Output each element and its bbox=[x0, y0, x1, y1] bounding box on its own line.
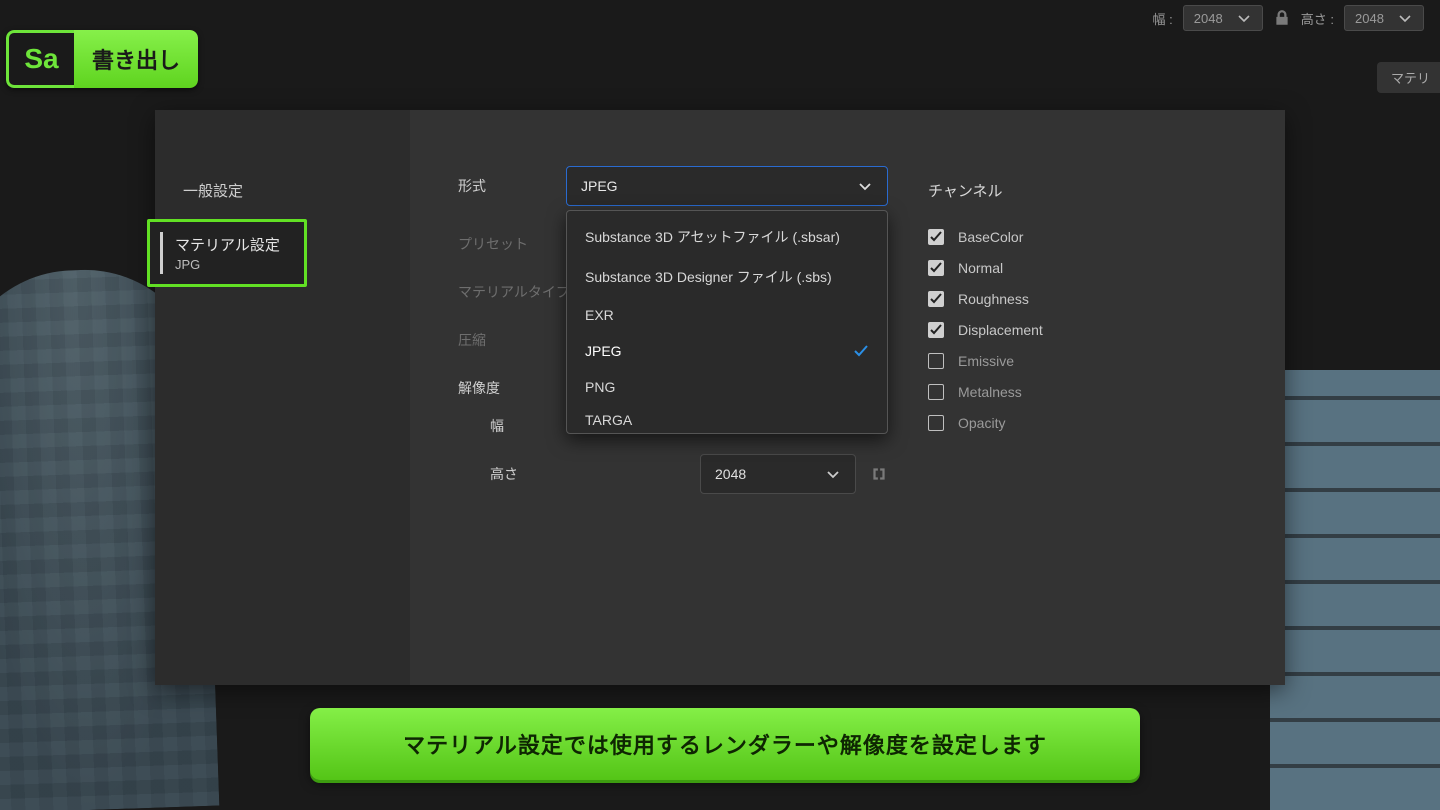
compression-label: 圧縮 bbox=[458, 330, 566, 350]
res-width-label: 幅 bbox=[458, 416, 566, 436]
format-label: 形式 bbox=[458, 176, 566, 196]
chevron-down-icon bbox=[1236, 10, 1252, 26]
sidebar-item-sublabel: JPG bbox=[175, 257, 304, 272]
format-option-sbs[interactable]: Substance 3D Designer ファイル (.sbs) bbox=[567, 257, 887, 297]
chevron-down-icon bbox=[857, 178, 873, 194]
checkbox-box bbox=[928, 229, 944, 245]
res-height-value: 2048 bbox=[715, 466, 746, 482]
checkbox-box bbox=[928, 260, 944, 276]
topbar-width-value: 2048 bbox=[1194, 11, 1223, 26]
format-option-jpeg[interactable]: JPEG bbox=[567, 333, 887, 369]
topbar-height-label: 高さ : bbox=[1301, 9, 1334, 28]
format-option-exr[interactable]: EXR bbox=[567, 297, 887, 333]
check-icon bbox=[853, 343, 869, 359]
channel-label: Roughness bbox=[958, 291, 1029, 307]
preset-label: プリセット bbox=[458, 234, 566, 254]
chevron-down-icon bbox=[1397, 10, 1413, 26]
format-combo: JPEG Substance 3D アセットファイル (.sbsar) Subs… bbox=[566, 166, 888, 206]
caption-bar: マテリアル設定では使用するレンダラーや解像度を設定します bbox=[310, 708, 1140, 780]
floating-tab-label: マテリ bbox=[1391, 71, 1430, 86]
floating-tab-material[interactable]: マテリ bbox=[1377, 62, 1440, 93]
channel-label: Metalness bbox=[958, 384, 1022, 400]
channel-checkbox-emissive[interactable]: Emissive bbox=[928, 353, 1249, 369]
res-height-select[interactable]: 2048 bbox=[700, 454, 856, 494]
channel-checkbox-basecolor[interactable]: BaseColor bbox=[928, 229, 1249, 245]
dialog-main: 形式 JPEG Substance 3D アセットファイル (.sbsar) S… bbox=[410, 110, 1285, 685]
checkbox-box bbox=[928, 415, 944, 431]
channel-checkbox-displacement[interactable]: Displacement bbox=[928, 322, 1249, 338]
background-tiles bbox=[1270, 370, 1440, 810]
channel-checkbox-metalness[interactable]: Metalness bbox=[928, 384, 1249, 400]
sidebar-item-label: マテリアル設定 bbox=[175, 234, 304, 255]
format-select[interactable]: JPEG bbox=[566, 166, 888, 206]
caption-text: マテリアル設定では使用するレンダラーや解像度を設定します bbox=[403, 728, 1047, 760]
topbar: 幅 : 2048 高さ : 2048 bbox=[1153, 0, 1440, 36]
format-option-png[interactable]: PNG bbox=[567, 369, 887, 405]
channel-checkbox-opacity[interactable]: Opacity bbox=[928, 415, 1249, 431]
res-height-label: 高さ bbox=[458, 464, 566, 484]
checkbox-box bbox=[928, 291, 944, 307]
channel-checkbox-roughness[interactable]: Roughness bbox=[928, 291, 1249, 307]
channel-checkbox-normal[interactable]: Normal bbox=[928, 260, 1249, 276]
format-option-sbsar[interactable]: Substance 3D アセットファイル (.sbsar) bbox=[567, 217, 887, 257]
chevron-down-icon bbox=[825, 466, 841, 482]
sidebar-item-label: 一般設定 bbox=[183, 183, 243, 200]
export-dialog: 一般設定 マテリアル設定 JPG 形式 JPEG bbox=[155, 110, 1285, 685]
sidebar-item-general[interactable]: 一般設定 bbox=[155, 166, 410, 215]
format-option-targa[interactable]: TARGA bbox=[567, 405, 887, 427]
topbar-width-select[interactable]: 2048 bbox=[1183, 5, 1263, 31]
checkbox-box bbox=[928, 353, 944, 369]
channel-label: BaseColor bbox=[958, 229, 1023, 245]
aspect-lock-icon[interactable] bbox=[870, 465, 888, 483]
channel-label: Displacement bbox=[958, 322, 1043, 338]
dialog-sidebar: 一般設定 マテリアル設定 JPG bbox=[155, 110, 410, 685]
channel-label: Emissive bbox=[958, 353, 1014, 369]
format-dropdown: Substance 3D アセットファイル (.sbsar) Substance… bbox=[566, 210, 888, 434]
topbar-width-label: 幅 : bbox=[1153, 9, 1173, 28]
channels-title: チャンネル bbox=[928, 180, 1249, 201]
app-badge-title: 書き出し bbox=[74, 30, 198, 88]
lock-icon bbox=[1273, 9, 1291, 27]
channel-label: Opacity bbox=[958, 415, 1005, 431]
app-badge-icon: Sa bbox=[6, 30, 74, 88]
format-value: JPEG bbox=[581, 178, 618, 194]
sidebar-item-material[interactable]: マテリアル設定 JPG bbox=[147, 219, 410, 287]
checkbox-box bbox=[928, 384, 944, 400]
channel-label: Normal bbox=[958, 260, 1003, 276]
topbar-height-select[interactable]: 2048 bbox=[1344, 5, 1424, 31]
topbar-height-value: 2048 bbox=[1355, 11, 1384, 26]
checkbox-box bbox=[928, 322, 944, 338]
app-badge: Sa 書き出し bbox=[6, 30, 198, 88]
